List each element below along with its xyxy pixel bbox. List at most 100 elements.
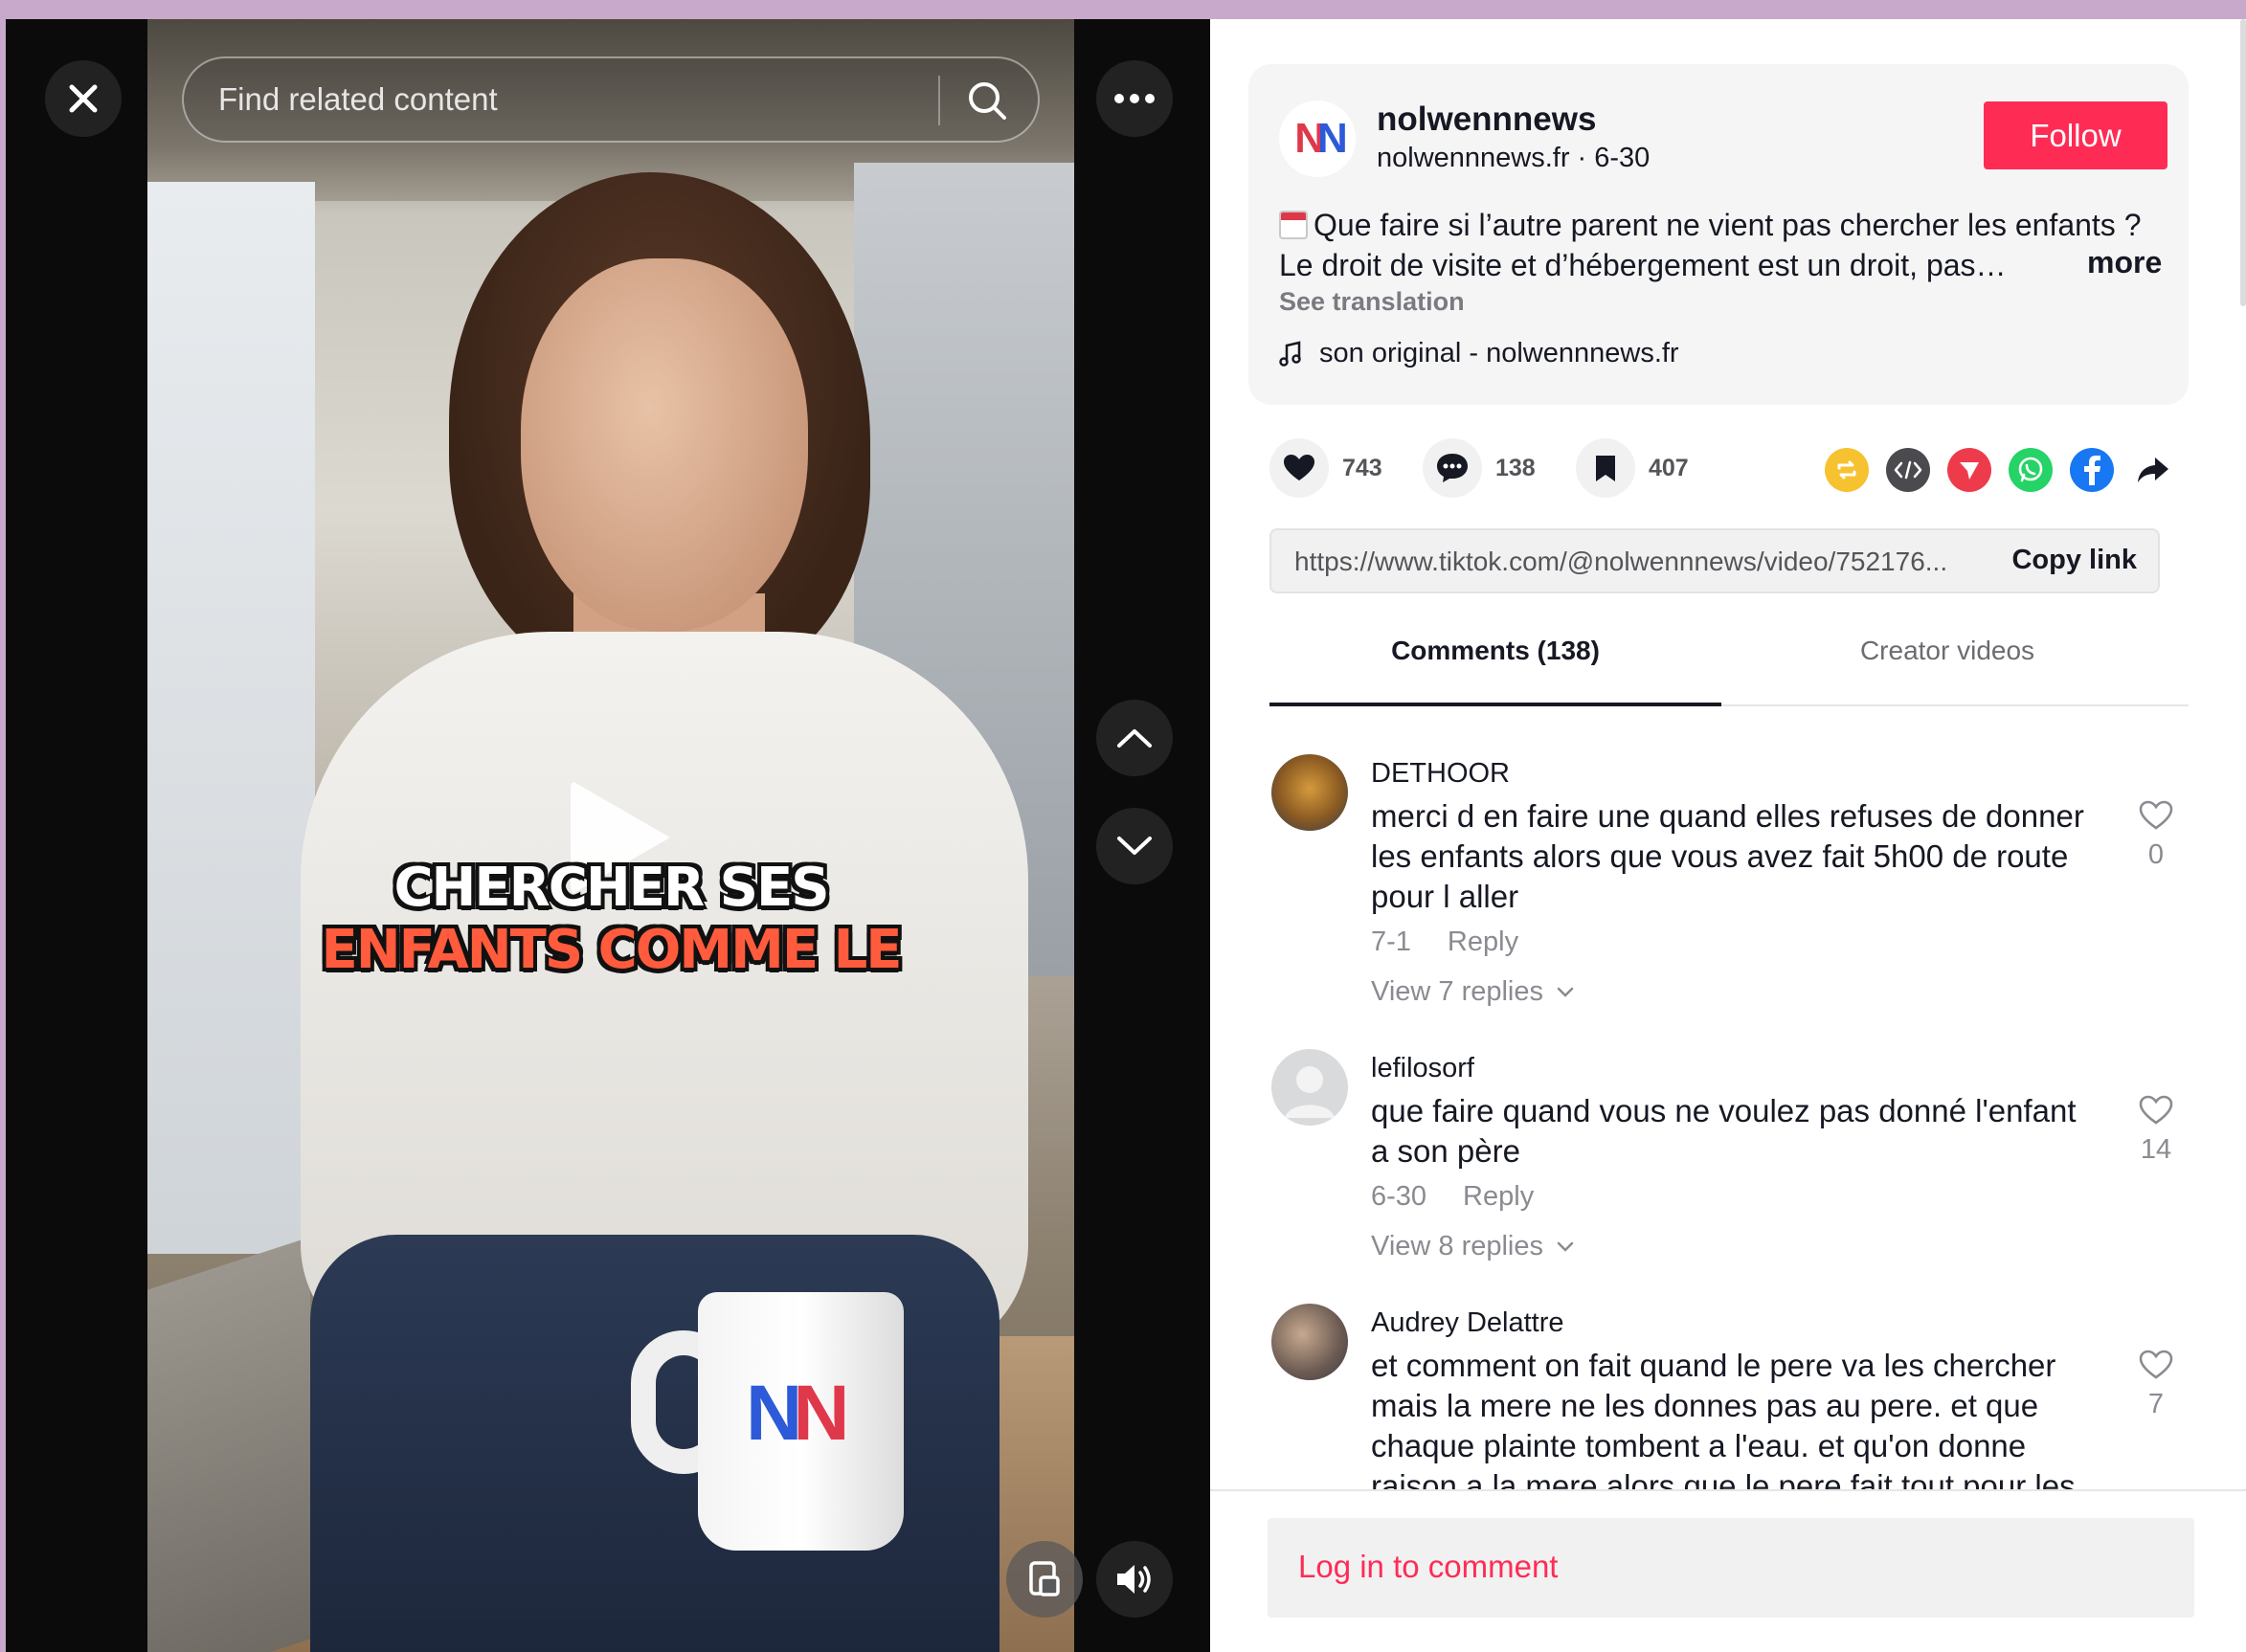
pip-icon <box>1029 1561 1060 1596</box>
previous-video-button[interactable] <box>1096 700 1173 776</box>
login-to-comment-box[interactable]: Log in to comment <box>1268 1518 2194 1618</box>
tab-comments[interactable]: Comments (138) <box>1269 622 1721 706</box>
comment-count: 138 <box>1495 454 1536 481</box>
whatsapp-share-button[interactable] <box>2009 448 2053 492</box>
comment-username[interactable]: Audrey Delattre <box>1371 1307 1564 1339</box>
video-background <box>147 1237 310 1652</box>
comment-meta: 6-30 Reply <box>1371 1181 1534 1213</box>
embed-icon <box>1894 460 1922 480</box>
copy-link-button[interactable]: Copy link <box>2011 545 2137 576</box>
video-player[interactable]: NN CHERCHER SES ENFANTS COMME LE <box>147 19 1074 1652</box>
music-label: son original - nolwennnews.fr <box>1319 338 1679 368</box>
whatsapp-icon <box>2018 457 2043 482</box>
avatar[interactable] <box>1271 1304 1348 1380</box>
description-text: Que faire si l’autre parent ne vient pas… <box>1279 208 2142 282</box>
comment-username[interactable]: DETHOOR <box>1371 758 1510 790</box>
volume-icon <box>1117 1565 1151 1594</box>
picture-in-picture-button[interactable] <box>1006 1541 1083 1618</box>
music-note-icon <box>1279 340 1301 367</box>
follow-button[interactable]: Follow <box>1984 101 2167 169</box>
search-bar[interactable] <box>182 56 1040 143</box>
more-link[interactable]: more <box>2087 245 2162 280</box>
comments-list: DETHOOR merci d en faire une quand elles… <box>1210 708 2246 1491</box>
default-avatar-icon <box>1285 1066 1335 1118</box>
comment-like-count: 14 <box>2140 1134 2172 1165</box>
search-divider <box>938 76 940 125</box>
facebook-share-button[interactable] <box>2070 448 2114 492</box>
volume-button[interactable] <box>1096 1541 1173 1618</box>
heart-outline-icon <box>2139 800 2173 830</box>
video-info-card: NN nolwennnews nolwennnews.fr · 6-30 Fol… <box>1248 64 2189 405</box>
heart-icon <box>1284 455 1314 480</box>
comment-like-button[interactable]: 7 <box>2137 1350 2175 1420</box>
share-more-button[interactable] <box>2131 448 2175 492</box>
share-arrow-icon <box>2138 458 2168 482</box>
close-icon <box>69 84 98 113</box>
calendar-icon <box>1279 211 1308 239</box>
save-action[interactable]: 407 <box>1576 438 1689 498</box>
like-count: 743 <box>1342 454 1382 481</box>
comment-date: 7-1 <box>1371 926 1411 957</box>
chevron-down-icon <box>1117 837 1152 855</box>
bookmark-icon <box>1596 456 1615 481</box>
heart-outline-icon <box>2139 1350 2173 1379</box>
chevron-up-icon <box>1117 729 1152 748</box>
video-link-url[interactable]: https://www.tiktok.com/@nolwennnews/vide… <box>1294 547 1947 577</box>
scrollbar[interactable] <box>2240 19 2246 306</box>
see-translation-link[interactable]: See translation <box>1279 287 1465 317</box>
video-caption-line: ENFANTS COMME LE <box>321 919 902 981</box>
mug-logo: NN <box>746 1370 849 1457</box>
music-link[interactable]: son original - nolwennnews.fr <box>1279 338 1679 369</box>
actions-row: 743 138 407 <box>1269 438 2189 502</box>
video-background <box>147 182 315 1254</box>
comment-text: que faire quand vous ne voulez pas donné… <box>1371 1093 2077 1169</box>
author-avatar[interactable]: NN <box>1279 100 1356 177</box>
video-caption-line: CHERCHER SES <box>393 857 829 919</box>
comment-like-count: 7 <box>2147 1389 2165 1419</box>
comment-meta: 7-1 Reply <box>1371 926 1518 958</box>
comment-like-button[interactable]: 0 <box>2137 800 2175 871</box>
video-caption: CHERCHER SES ENFANTS COMME LE <box>147 857 1074 981</box>
embed-button[interactable] <box>1886 448 1930 492</box>
video-person <box>521 258 808 632</box>
repost-icon <box>1837 460 1856 480</box>
comment-date: 6-30 <box>1371 1181 1427 1212</box>
send-to-friends-button[interactable] <box>1947 448 1991 492</box>
details-panel: NN nolwennnews nolwennnews.fr · 6-30 Fol… <box>1210 19 2246 1652</box>
chevron-down-icon <box>1557 987 1574 997</box>
facebook-icon <box>2084 456 2100 485</box>
view-replies-label: View 8 replies <box>1371 1231 1544 1261</box>
view-replies-button[interactable]: View 7 replies <box>1371 976 1574 1008</box>
comment-icon <box>1437 454 1468 482</box>
comment-text: et comment on fait quand le pere va les … <box>1371 1348 2076 1491</box>
view-replies-button[interactable]: View 8 replies <box>1371 1231 1574 1262</box>
reply-button[interactable]: Reply <box>1463 1181 1534 1212</box>
avatar[interactable] <box>1271 1049 1348 1126</box>
search-icon[interactable] <box>964 78 1012 125</box>
reply-button[interactable]: Reply <box>1448 926 1518 957</box>
search-input[interactable] <box>218 58 927 141</box>
video-description: Que faire si l’autre parent ne vient pas… <box>1279 205 2179 285</box>
comment-like-button[interactable]: 14 <box>2137 1095 2175 1166</box>
more-options-button[interactable] <box>1096 60 1173 137</box>
video-link-box: https://www.tiktok.com/@nolwennnews/vide… <box>1269 528 2160 593</box>
tab-creator-videos[interactable]: Creator videos <box>1721 622 2173 706</box>
next-video-button[interactable] <box>1096 808 1173 884</box>
login-to-comment-link[interactable]: Log in to comment <box>1298 1549 1558 1585</box>
more-dots-icon <box>1114 94 1155 103</box>
comment-username[interactable]: lefilosorf <box>1371 1053 1474 1084</box>
close-button[interactable] <box>45 60 122 137</box>
chevron-down-icon <box>1557 1241 1574 1252</box>
comment-action[interactable]: 138 <box>1423 438 1536 498</box>
repost-button[interactable] <box>1825 448 1869 492</box>
heart-outline-icon <box>2139 1095 2173 1125</box>
save-count: 407 <box>1649 454 1689 481</box>
author-username[interactable]: nolwennnews <box>1377 100 1596 139</box>
video-panel: NN CHERCHER SES ENFANTS COMME LE <box>6 19 1210 1652</box>
like-action[interactable]: 743 <box>1269 438 1382 498</box>
comment-text: merci d en faire une quand elles refuses… <box>1371 798 2084 914</box>
tabs: Comments (138) Creator videos <box>1269 622 2189 706</box>
view-replies-label: View 7 replies <box>1371 976 1544 1007</box>
avatar[interactable] <box>1271 754 1348 831</box>
comment-like-count: 0 <box>2147 839 2165 870</box>
